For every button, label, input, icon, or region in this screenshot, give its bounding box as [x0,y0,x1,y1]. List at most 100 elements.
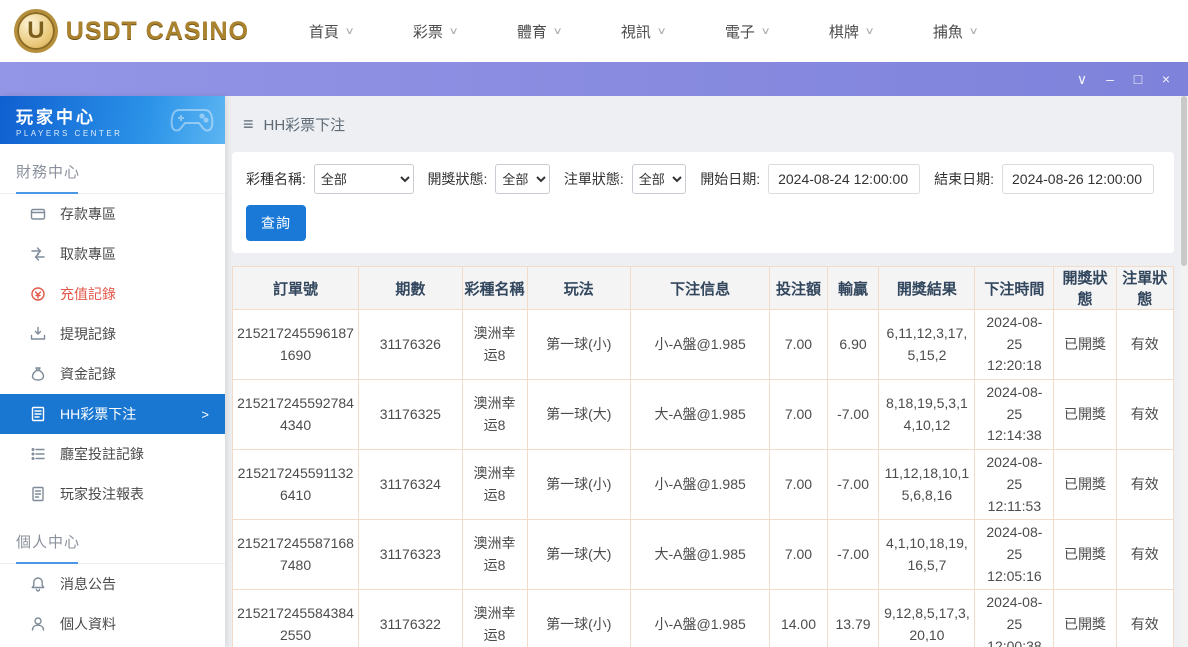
page-title: HH彩票下注 [263,116,346,134]
table-row: 2152172455871687480 31176323 澳洲幸运8 第一球(大) 大-… [231,519,1175,591]
chevron-right-icon: > [201,406,209,422]
chevron-down-icon: ∨ [448,25,459,37]
sidebar-item-room-records[interactable]: 廳室投註記錄 [0,434,225,474]
table-cell: 6,11,12,3,17,5,15,2 [878,308,976,381]
sidebar-item-withdraw[interactable]: 取款專區 [0,234,225,274]
table-cell: -7.00 [826,519,880,591]
logo[interactable]: U USDT CASINO [14,9,249,53]
draw-status-select[interactable]: 全部 [495,164,550,194]
collapse-icon[interactable]: ∨ [1068,62,1096,96]
hamburger-icon[interactable]: ≡ [243,114,254,135]
table-cell: 第一球(小) [526,308,632,381]
sidebar-item-lottery-bets[interactable]: HH彩票下注 > [0,394,225,434]
sidebar-item-deposit[interactable]: 存款專區 [0,194,225,234]
close-icon[interactable]: × [1152,62,1180,96]
nav-item-label: 體育 [516,23,547,41]
scrollbar-thumb[interactable] [1181,96,1187,266]
funds-icon [30,366,46,382]
column-header: 期數 [358,266,463,310]
nav-item-6[interactable]: 捕魚 ∨ [903,0,1007,62]
bets-table-panel: 訂單號 期數 彩種名稱 玩法 下注信息 投注額 輸贏 開獎結果 下注時間 開獎狀態 注單狀態 215… [231,266,1175,647]
table-cell: 31176324 [358,449,463,521]
table-cell: 澳洲幸运8 [461,379,528,451]
table-cell: 2024-08-25 12:20:18 [974,308,1055,381]
table-cell: 2024-08-25 12:05:16 [974,519,1055,591]
lottery-select[interactable]: 全部 [313,164,414,194]
nav-item-4[interactable]: 電子 ∨ [695,0,799,62]
content-area: 玩家中心 PLAYERS CENTER 財務中心存款專區取款專區 充值記錄提現記錄… [0,96,1188,647]
table-body: 2152172455961871690 31176326 澳洲幸运8 第一球(小) 小-… [231,308,1175,647]
section-title: 財務中心 [0,144,225,194]
lottery-bets-icon [30,406,46,422]
gamepad-icon [169,102,215,141]
nav-item-5[interactable]: 棋牌 ∨ [799,0,903,62]
table-cell: 大-A盤@1.985 [630,379,771,451]
table-cell: 澳洲幸运8 [461,519,528,591]
table-row: 2152172455911326410 31176324 澳洲幸运8 第一球(小) 小-… [231,449,1175,521]
sidebar-item-funds[interactable]: 資金記錄 [0,354,225,394]
withdraw-icon [30,246,46,262]
column-header: 開獎狀態 [1053,266,1117,310]
sidebar-item-cashout[interactable]: 提現記錄 [0,314,225,354]
chevron-down-icon: ∨ [552,25,563,37]
vertical-scrollbar[interactable] [1180,96,1188,647]
column-header: 下注時間 [974,266,1055,310]
nav-item-label: 視訊 [620,23,651,41]
table-cell: 7.00 [769,308,828,381]
sidebar-item-profile[interactable]: 個人資料 [0,604,225,644]
table-cell: 有效 [1115,379,1175,451]
sidebar-item-label: 提現記錄 [60,326,116,342]
filter-panel: 彩種名稱: 全部 開獎狀態: 全部 注單狀態: 全部 開始日期: 結束日期: 查… [232,152,1174,253]
table-cell: 13.79 [826,589,880,647]
table-cell: 4,1,10,18,19,16,5,7 [878,519,976,591]
nav-item-label: 首頁 [308,23,339,41]
sidebar-item-label: 資金記錄 [60,366,116,382]
nav-item-3[interactable]: 視訊 ∨ [591,0,695,62]
nav-item-0[interactable]: 首頁 ∨ [279,0,383,62]
table-cell: 澳洲幸运8 [461,589,528,647]
cashout-icon [30,326,46,342]
section-title: 個人中心 [0,514,225,564]
order-status-select[interactable]: 全部 [631,164,687,194]
table-cell: 已開獎 [1053,308,1117,381]
profile-icon [30,616,46,632]
nav-menu: 首頁 ∨ 彩票 ∨ 體育 ∨ 視訊 ∨ 電子 ∨ 棋牌 ∨ 捕魚 ∨ [279,0,1007,62]
sidebar-menu: 財務中心存款專區取款專區 充值記錄提現記錄資金記錄 HH彩票下注 > 廳室投註記錄玩家投… [0,144,225,644]
column-header: 投注額 [769,266,828,310]
nav-item-label: 電子 [724,23,755,41]
table-cell: 已開獎 [1053,379,1117,451]
sidebar-item-label: 消息公告 [60,576,116,592]
sidebar-item-report[interactable]: 玩家投注報表 [0,474,225,514]
sidebar-item-label: 廳室投註記錄 [60,446,144,462]
table-cell: 2024-08-25 12:11:53 [974,449,1055,521]
sidebar-item-bell[interactable]: 消息公告 [0,564,225,604]
table-row: 2152172455927844340 31176325 澳洲幸运8 第一球(大) 大-… [231,379,1175,451]
maximize-icon[interactable]: □ [1124,62,1152,96]
table-cell: 2024-08-25 12:00:38 [974,589,1055,647]
end-date-label: 結束日期: [934,171,994,187]
column-header: 輸贏 [826,266,880,310]
table-cell: 有效 [1115,519,1175,591]
draw-status-filter-label: 開獎狀態: [427,171,488,187]
sidebar-item-label: 存款專區 [60,206,116,222]
end-date-input[interactable] [1002,164,1154,194]
table-cell: 第一球(小) [526,449,632,521]
sidebar-header: 玩家中心 PLAYERS CENTER [0,96,225,144]
table-cell: 2152172455911326410 [231,449,360,521]
table-cell: 第一球(大) [526,519,632,591]
start-date-input[interactable] [768,164,921,194]
column-header: 下注信息 [630,266,771,310]
bets-table: 訂單號 期數 彩種名稱 玩法 下注信息 投注額 輸贏 開獎結果 下注時間 開獎狀態 注單狀態 215… [231,266,1175,647]
nav-item-label: 棋牌 [828,23,859,41]
logo-emblem-icon: U [14,9,58,53]
table-cell: 2152172455927844340 [231,379,360,451]
breadcrumb: ≡ HH彩票下注 [225,96,1188,152]
nav-item-2[interactable]: 體育 ∨ [487,0,591,62]
nav-item-1[interactable]: 彩票 ∨ [383,0,487,62]
sidebar-item-recharge[interactable]: 充值記錄 [0,274,225,314]
search-button[interactable]: 查詢 [246,205,306,241]
chevron-down-icon: ∨ [760,25,771,37]
table-cell: 已開獎 [1053,449,1117,521]
minimize-icon[interactable]: – [1096,62,1124,96]
table-cell: -7.00 [826,449,880,521]
